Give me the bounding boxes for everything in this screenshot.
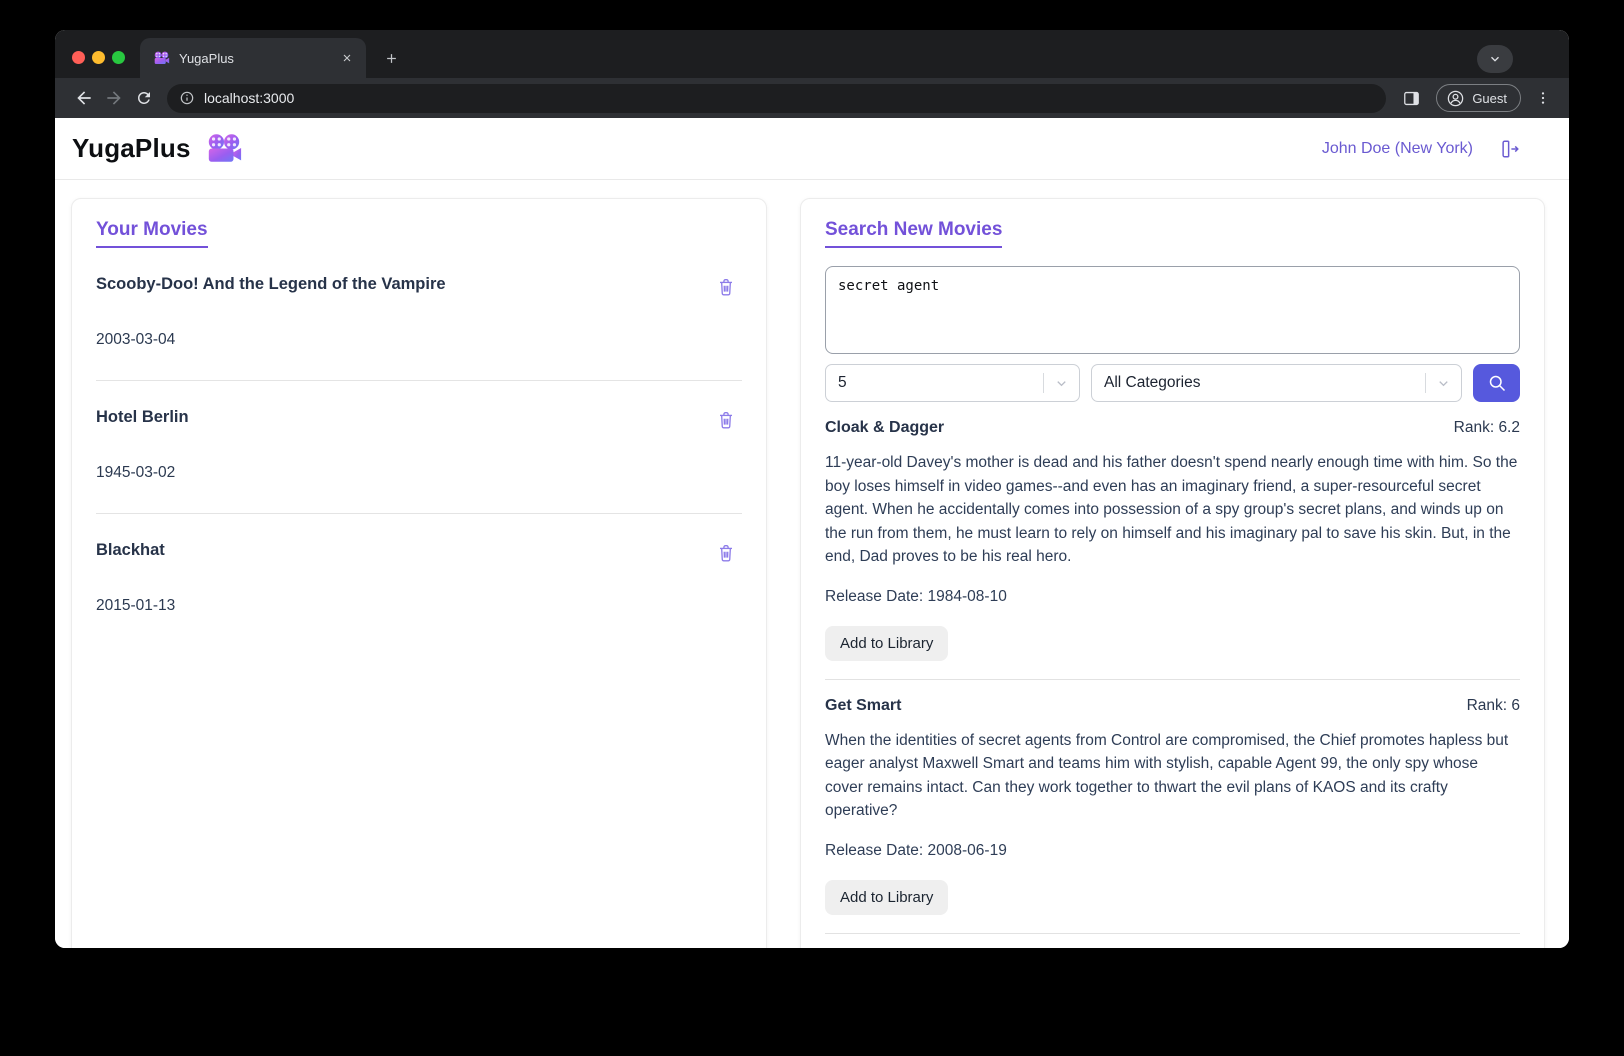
list-item: Scooby-Doo! And the Legend of the Vampir…: [96, 248, 742, 381]
category-value: All Categories: [1104, 374, 1201, 391]
movie-camera-icon: [205, 133, 243, 164]
movie-date: 2015-01-13: [96, 597, 176, 614]
tab-search-chevron-icon[interactable]: [1477, 45, 1513, 73]
trash-icon: [720, 412, 732, 429]
menu-dots-icon[interactable]: [1531, 83, 1555, 113]
app-header: YugaPlus John Doe (New York): [55, 118, 1569, 180]
chevron-down-icon: [1436, 376, 1451, 391]
result-release-date: Release Date: 1984-08-10: [825, 587, 1007, 605]
movie-date: 1945-03-02: [96, 464, 176, 481]
main-content: Your Movies Scooby-Doo! And the Legend o…: [55, 180, 1569, 948]
search-controls: 5 All Categories: [825, 364, 1520, 402]
back-icon[interactable]: [69, 83, 99, 113]
result-limit-value: 5: [838, 374, 847, 391]
add-to-library-button[interactable]: Add to Library: [825, 879, 949, 915]
result-rank: Rank: 6: [1466, 696, 1520, 714]
search-title: Search New Movies: [825, 219, 1003, 248]
result-description: 11-year-old Davey's mother is dead and h…: [825, 454, 1518, 566]
search-input[interactable]: secret agent: [825, 266, 1520, 354]
delete-movie-button[interactable]: [714, 541, 738, 568]
list-item: Hotel Berlin 1945-03-02: [96, 381, 742, 514]
list-item: Blackhat 2015-01-13: [96, 514, 742, 646]
result-rank: Rank: 6.2: [1453, 419, 1520, 436]
movie-title: Hotel Berlin: [96, 408, 189, 426]
profile-button[interactable]: Guest: [1436, 84, 1521, 112]
maximize-window-button[interactable]: [112, 51, 125, 64]
search-button[interactable]: [1473, 364, 1520, 402]
user-name-link[interactable]: John Doe (New York): [1322, 140, 1473, 158]
result-limit-select[interactable]: 5: [825, 364, 1080, 402]
search-result: Get Smart Rank: 6 When the identities of…: [825, 680, 1520, 934]
new-tab-button[interactable]: [377, 44, 405, 72]
tab-close-icon[interactable]: [338, 49, 356, 67]
result-title: Get Smart: [825, 696, 902, 714]
chevron-down-icon: [1054, 376, 1069, 391]
movie-date: 2003-03-04: [96, 331, 176, 348]
add-to-library-button[interactable]: Add to Library: [825, 625, 949, 661]
category-select[interactable]: All Categories: [1091, 364, 1462, 402]
profile-label: Guest: [1472, 90, 1507, 106]
window-controls: [72, 51, 125, 64]
url-text: localhost:3000: [204, 90, 295, 106]
movie-title: Scooby-Doo! And the Legend of the Vampir…: [96, 275, 446, 293]
search-icon: [1489, 375, 1505, 392]
your-movies-title: Your Movies: [96, 219, 208, 248]
result-description: When the identities of secret agents fro…: [825, 731, 1509, 820]
tab-title: YugaPlus: [179, 50, 234, 66]
tab-strip: YugaPlus: [55, 30, 1569, 78]
browser-tab[interactable]: YugaPlus: [140, 38, 366, 78]
reload-icon[interactable]: [129, 83, 159, 113]
avatar-icon: [1448, 90, 1464, 106]
site-info-icon[interactable]: [179, 90, 195, 106]
app-page: YugaPlus John Doe (New York) Your Movies…: [55, 118, 1569, 948]
trash-icon: [720, 545, 732, 562]
result-release-date: Release Date: 2008-06-19: [825, 841, 1007, 859]
movie-title: Blackhat: [96, 541, 165, 559]
trash-icon: [720, 279, 732, 296]
search-result: Cloak & Dagger Rank: 6.2 11-year-old Dav…: [825, 402, 1520, 680]
your-movies-panel: Your Movies Scooby-Doo! And the Legend o…: [71, 198, 767, 948]
logout-icon[interactable]: [1499, 138, 1521, 160]
search-panel: Search New Movies secret agent 5 All Cat…: [800, 198, 1545, 948]
minimize-window-button[interactable]: [92, 51, 105, 64]
tab-favicon-movie-camera-icon: [153, 51, 170, 65]
forward-icon[interactable]: [99, 83, 129, 113]
address-bar[interactable]: localhost:3000: [167, 83, 1387, 113]
brand-title: YugaPlus: [72, 133, 191, 163]
delete-movie-button[interactable]: [714, 275, 738, 302]
result-title: Cloak & Dagger: [825, 419, 945, 436]
side-panel-icon[interactable]: [1396, 83, 1426, 113]
close-window-button[interactable]: [72, 51, 85, 64]
browser-toolbar: localhost:3000 Guest: [55, 78, 1569, 118]
delete-movie-button[interactable]: [714, 408, 738, 435]
browser-window: YugaPlus localhost:3000 Guest YugaPlus J…: [55, 30, 1569, 948]
